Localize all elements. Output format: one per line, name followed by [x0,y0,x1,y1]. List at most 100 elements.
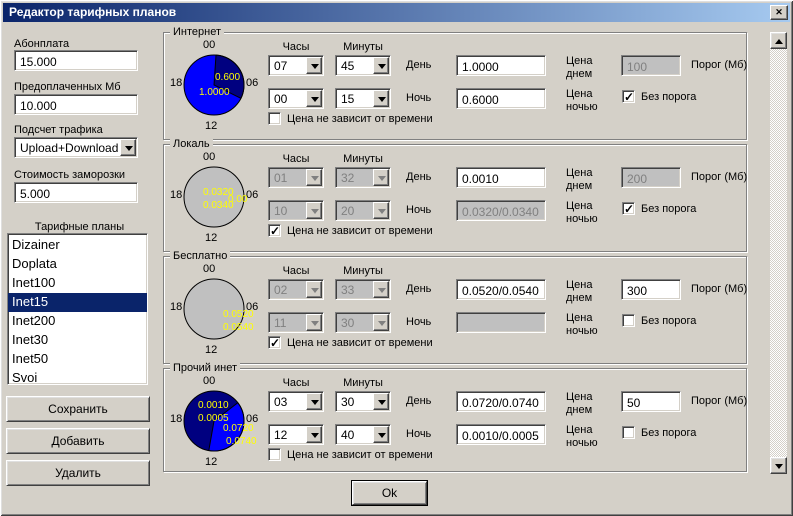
price-day-label: Ценаднем [566,279,592,305]
pie-value-label: 0.0520 [223,309,254,320]
chevron-down-icon[interactable] [770,457,787,474]
clock-label-18: 18 [170,413,182,425]
ok-button[interactable]: Ok [352,481,427,505]
group-free: Бесплатно 00 18 06 12 0.05200.0540 Часы … [163,256,747,364]
chevron-down-icon[interactable] [306,202,322,219]
combo-value: 00 [274,92,287,106]
clock-label-12: 12 [205,120,217,132]
close-icon[interactable]: ✕ [770,5,788,20]
combo-value: 45 [341,59,354,73]
chevron-down-icon[interactable] [373,57,389,74]
time-independent-checkbox[interactable] [268,112,281,125]
threshold-field[interactable] [621,55,681,76]
hours-day-combo[interactable]: 07 [268,55,324,76]
day-price-field[interactable] [456,279,546,300]
chevron-down-icon[interactable] [373,426,389,443]
plan-item[interactable]: Inet50 [8,350,147,369]
plan-item[interactable]: Dizainer [8,236,147,255]
chevron-up-icon[interactable] [770,32,787,49]
chevron-down-icon[interactable] [306,169,322,186]
night-price-field[interactable] [456,312,546,333]
minutes-day-combo[interactable]: 45 [335,55,391,76]
combo-value: 11 [274,316,286,330]
vertical-scrollbar[interactable] [770,32,787,474]
chevron-down-icon[interactable] [306,90,322,107]
hours-night-combo[interactable]: 00 [268,88,324,109]
day-label: День [406,171,431,183]
day-label: День [406,395,431,407]
prepaid-mb-field[interactable] [14,94,138,115]
clock-label-12: 12 [205,344,217,356]
hours-label: Часы [268,265,324,277]
time-independent-checkbox[interactable] [268,336,281,349]
night-price-field[interactable] [456,424,546,445]
minutes-day-combo[interactable]: 30 [335,391,391,412]
combo-value: 20 [341,204,354,218]
group-internet: Интернет 00 18 06 12 0.6001.0000 Часы Ми… [163,32,747,140]
no-threshold-checkbox[interactable] [622,426,635,439]
chevron-down-icon[interactable] [306,57,322,74]
clock-label-18: 18 [170,301,182,313]
time-pie-chart: 00 18 06 12 0.00100.00050.07200.0740 [166,372,268,474]
field-label: Предоплаченных Мб [14,81,121,93]
plan-item[interactable]: Inet30 [8,331,147,350]
hours-night-combo[interactable]: 12 [268,424,324,445]
chevron-down-icon[interactable] [373,314,389,331]
no-threshold-checkbox[interactable] [622,202,635,215]
clock-label-18: 18 [170,77,182,89]
chevron-down-icon[interactable] [306,281,322,298]
time-independent-checkbox[interactable] [268,224,281,237]
chevron-down-icon[interactable] [373,90,389,107]
chevron-down-icon[interactable] [373,202,389,219]
chevron-down-icon[interactable] [306,426,322,443]
minutes-day-combo[interactable]: 33 [335,279,391,300]
hours-day-combo[interactable]: 01 [268,167,324,188]
hours-night-combo[interactable]: 11 [268,312,324,333]
title-bar[interactable]: Редактор тарифных планов [3,3,790,22]
hours-day-combo[interactable]: 02 [268,279,324,300]
clock-label-00: 00 [203,375,215,387]
traffic-count-combo[interactable]: Upload+Download [14,137,138,158]
chevron-down-icon[interactable] [306,314,322,331]
plan-item[interactable]: Inet200 [8,312,147,331]
hours-day-combo[interactable]: 03 [268,391,324,412]
time-independent-label: Цена не зависит от времени [287,449,433,461]
day-price-field[interactable] [456,167,546,188]
minutes-night-combo[interactable]: 20 [335,200,391,221]
night-price-field[interactable] [456,200,546,221]
plans-listbox[interactable]: DizainerDoplataInet100Inet15Inet200Inet3… [7,233,148,385]
abonplata-field[interactable] [14,50,138,71]
minutes-day-combo[interactable]: 32 [335,167,391,188]
hours-night-combo[interactable]: 10 [268,200,324,221]
time-independent-checkbox[interactable] [268,448,281,461]
save-button[interactable]: Сохранить [6,396,150,422]
plan-item[interactable]: Doplata [8,255,147,274]
day-price-field[interactable] [456,391,546,412]
night-price-field[interactable] [456,88,546,109]
threshold-label: Порог (Мб) [691,59,747,71]
group-other-inet: Прочий инет 00 18 06 12 0.00100.00050.07… [163,368,747,472]
price-day-label: Ценаднем [566,391,592,417]
minutes-night-combo[interactable]: 15 [335,88,391,109]
add-button[interactable]: Добавить [6,428,150,454]
threshold-field[interactable] [621,167,681,188]
chevron-down-icon[interactable] [306,393,322,410]
delete-button[interactable]: Удалить [6,460,150,486]
day-price-field[interactable] [456,55,546,76]
chevron-down-icon[interactable] [373,169,389,186]
plan-item[interactable]: Svoi [8,369,147,385]
threshold-field[interactable] [621,279,681,300]
chevron-down-icon[interactable] [373,393,389,410]
minutes-night-combo[interactable]: 40 [335,424,391,445]
threshold-field[interactable] [621,391,681,412]
no-threshold-checkbox[interactable] [622,314,635,327]
no-threshold-checkbox[interactable] [622,90,635,103]
chevron-down-icon[interactable] [120,139,136,156]
chevron-down-icon[interactable] [373,281,389,298]
minutes-night-combo[interactable]: 30 [335,312,391,333]
plan-item[interactable]: Inet15 [8,293,147,312]
plan-item[interactable]: Inet100 [8,274,147,293]
price-night-label: Ценаночью [566,424,598,450]
pie-value-label: 0.0010 [198,400,229,411]
freeze-cost-field[interactable] [14,182,138,203]
